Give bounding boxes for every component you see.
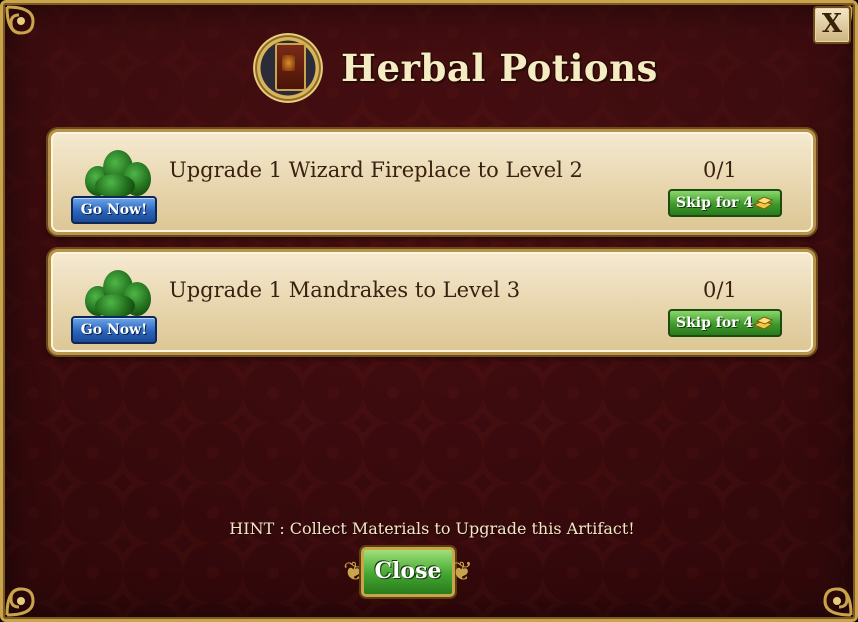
mandrake-plant-icon [81, 146, 153, 198]
quest-dialog: X Herbal Potions Go Now! Upgrade 1 Wizar… [0, 0, 858, 622]
hint-text: HINT : Collect Materials to Upgrade this… [229, 519, 635, 538]
task-row: Go Now! Upgrade 1 Wizard Fireplace to Le… [48, 129, 816, 235]
task-progress: 0/1 [703, 278, 737, 302]
task-row: Go Now! Upgrade 1 Mandrakes to Level 3 0… [48, 249, 816, 355]
skip-label: Skip for 4 [676, 315, 754, 331]
dialog-header: Herbal Potions [253, 33, 658, 103]
skip-button[interactable]: Skip for 4 [668, 309, 782, 337]
close-button-group: ❦ Close ❦ [343, 543, 473, 603]
flourish-right-icon: ❦ [451, 557, 473, 587]
skip-label: Skip for 4 [676, 195, 754, 211]
fireplace-cabinet-icon [253, 33, 323, 103]
go-now-button[interactable]: Go Now! [71, 316, 157, 344]
corner-ornament [797, 561, 855, 619]
skip-button[interactable]: Skip for 4 [668, 189, 782, 217]
close-button[interactable]: Close [361, 547, 455, 597]
mandrake-plant-icon [81, 266, 153, 318]
task-description: Upgrade 1 Mandrakes to Level 3 [169, 278, 521, 302]
dialog-title: Herbal Potions [341, 46, 658, 90]
corner-ornament [3, 561, 61, 619]
corner-ornament [3, 3, 61, 61]
close-x-button[interactable]: X [813, 6, 851, 44]
task-description: Upgrade 1 Wizard Fireplace to Level 2 [169, 158, 583, 182]
task-progress: 0/1 [703, 158, 737, 182]
gold-bars-icon [752, 316, 774, 330]
go-now-button[interactable]: Go Now! [71, 196, 157, 224]
gold-bars-icon [752, 196, 774, 210]
